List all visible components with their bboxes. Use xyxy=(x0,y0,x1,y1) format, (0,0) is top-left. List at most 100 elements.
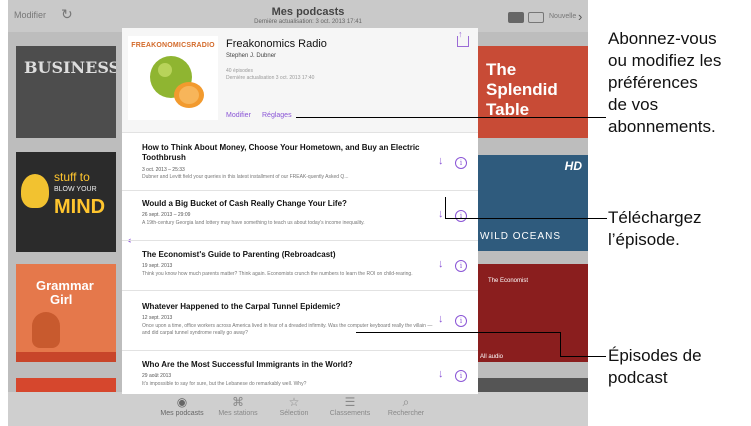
episode-row[interactable]: Who Are the Most Successful Immigrants i… xyxy=(122,350,478,394)
callout-text: podcast xyxy=(608,368,668,387)
info-icon[interactable]: i xyxy=(455,210,467,222)
list-view-icon[interactable] xyxy=(528,12,544,23)
ipad-screen: Modifier ↻ Mes podcasts Dernière actuali… xyxy=(8,0,588,426)
info-icon[interactable]: i xyxy=(455,157,467,169)
callout-line-episodes-top xyxy=(356,332,561,333)
callout-text: Téléchargez xyxy=(608,208,702,227)
podcast-tile-stuff[interactable]: stuff to BLOW YOUR MIND xyxy=(16,152,116,252)
callout-subscribe: Abonnez-vous ou modifiez les préférences… xyxy=(608,28,721,138)
podcast-tile-splendid[interactable]: The Splendid Table xyxy=(478,46,588,138)
refresh-icon[interactable]: ↻ xyxy=(61,6,73,23)
podcast-icon: ◉ xyxy=(176,395,188,409)
episode-row[interactable]: How to Think About Money, Choose Your Ho… xyxy=(122,132,478,191)
episode-description: Dubner and Levitt field your queries in … xyxy=(142,174,349,180)
podcast-detail-popover: FREAKONOMICSRADIO Freakonomics Radio Ste… xyxy=(122,28,478,394)
callout-line-download xyxy=(445,218,607,219)
callout-line-subscribe xyxy=(296,117,606,118)
orange-slice-illustration xyxy=(174,82,204,108)
search-icon: ⌕ xyxy=(402,395,410,409)
stations-icon: ⌘ xyxy=(232,395,244,409)
list-icon: ☰ xyxy=(344,395,356,409)
callout-text: abonnements. xyxy=(608,117,716,136)
head-illustration xyxy=(21,174,49,208)
grid-view-icon[interactable] xyxy=(508,12,524,23)
artwork-title: FREAKONOMICSRADIO xyxy=(131,42,215,49)
episode-row[interactable]: Whatever Happened to the Carpal Tunnel E… xyxy=(122,290,478,351)
info-icon[interactable]: i xyxy=(455,315,467,327)
callout-episodes: Épisodes de podcast xyxy=(608,345,702,389)
tab-label: Mes stations xyxy=(218,410,258,417)
callout-line-episodes xyxy=(560,356,606,357)
page-title: Mes podcasts xyxy=(271,6,345,18)
share-box[interactable] xyxy=(457,36,469,47)
tab-top-charts[interactable]: ☰ Classements xyxy=(322,394,378,417)
tile-label: BUSINESS xyxy=(24,58,116,77)
episode-description: A 19th-century Georgia land lottery may … xyxy=(142,220,365,226)
episode-row[interactable]: The Economist's Guide to Parenting (Rebr… xyxy=(122,240,478,291)
podcast-tile-wild-oceans[interactable]: HD WILD OCEANS xyxy=(478,155,588,251)
tile-label: MIND xyxy=(54,196,106,218)
callout-text: ou modifiez les xyxy=(608,51,722,70)
episode-date: 12 sept. 2013 xyxy=(142,315,173,321)
last-update-text: Dernière actualisation: 3 oct. 2013 17:4… xyxy=(254,19,362,25)
tab-my-stations[interactable]: ⌘ Mes stations xyxy=(210,394,266,417)
character-illustration xyxy=(32,312,60,348)
tab-featured[interactable]: ☆ Sélection xyxy=(266,394,322,417)
settings-link[interactable]: Réglages xyxy=(262,112,292,119)
episode-title: Would a Big Bucket of Cash Really Change… xyxy=(142,199,347,208)
episode-title: The Economist's Guide to Parenting (Rebr… xyxy=(142,250,336,259)
episode-row[interactable]: Would a Big Bucket of Cash Really Change… xyxy=(122,190,478,241)
podcast-tile-business[interactable]: BUSINESS xyxy=(16,46,116,138)
tab-search[interactable]: ⌕ Rechercher xyxy=(378,394,434,417)
tile-label: The Economist xyxy=(488,278,529,284)
episode-description: It's impossible to say for sure, but the… xyxy=(142,381,307,387)
tile-label: BLOW YOUR xyxy=(54,186,97,193)
tab-label: Classements xyxy=(329,410,371,417)
tab-label: Sélection xyxy=(279,410,309,417)
modify-link[interactable]: Modifier xyxy=(226,112,251,119)
podcast-tile-economist[interactable]: The Economist All audio xyxy=(478,264,588,362)
download-arrow-icon[interactable]: ↓ xyxy=(438,258,444,270)
info-icon[interactable]: i xyxy=(455,260,467,272)
episode-title: Who Are the Most Successful Immigrants i… xyxy=(142,360,353,369)
tile-band xyxy=(16,352,116,362)
star-icon: ☆ xyxy=(288,395,300,409)
podcast-artwork: FREAKONOMICSRADIO xyxy=(128,36,218,120)
download-arrow-icon[interactable]: ↓ xyxy=(438,208,444,220)
callout-text: de vos xyxy=(608,95,659,114)
info-icon[interactable]: i xyxy=(455,370,467,382)
tile-label: All audio xyxy=(480,354,504,360)
download-arrow-icon[interactable]: ↓ xyxy=(438,368,444,380)
tile-label: WILD OCEANS xyxy=(480,231,562,242)
tab-label: Mes podcasts xyxy=(160,410,204,417)
new-button[interactable]: Nouvelle xyxy=(549,13,576,20)
hd-badge: HD xyxy=(564,159,582,173)
tile-label: The xyxy=(486,60,517,79)
episode-count: 40 épisodes xyxy=(226,68,253,74)
callout-line-download-vertical xyxy=(445,197,446,218)
episode-title: How to Think About Money, Choose Your Ho… xyxy=(142,143,420,162)
tab-bar: ◉ Mes podcasts ⌘ Mes stations ☆ Sélectio… xyxy=(8,392,588,426)
tile-label: Splendid xyxy=(486,80,558,99)
edit-button[interactable]: Modifier xyxy=(14,10,46,20)
chevron-right-icon: › xyxy=(578,9,583,24)
download-arrow-icon[interactable]: ↓ xyxy=(438,313,444,325)
callout-text: Épisodes de xyxy=(608,346,702,365)
callout-text: Abonnez-vous xyxy=(608,29,717,48)
tile-label: Grammar xyxy=(36,278,94,293)
episode-description: Once upon a time, office workers across … xyxy=(142,323,433,336)
episode-description: Think you know how much parents matter? … xyxy=(142,271,413,277)
last-update: Dernière actualisation 3 oct. 2013 17:40 xyxy=(226,75,315,81)
episode-date: 3 oct. 2013 – 25:33 xyxy=(142,167,185,173)
callout-line-episodes-vertical xyxy=(560,332,561,356)
podcast-tile-grammar[interactable]: Grammar Girl xyxy=(16,264,116,362)
tile-label: stuff to xyxy=(54,170,90,184)
callout-text: préférences xyxy=(608,73,698,92)
download-arrow-icon[interactable]: ↓ xyxy=(438,155,444,167)
tab-my-podcasts[interactable]: ◉ Mes podcasts xyxy=(154,394,210,417)
podcast-title: Freakonomics Radio xyxy=(226,38,327,50)
episode-date: 29 août 2013 xyxy=(142,373,172,379)
tab-label: Rechercher xyxy=(387,410,425,417)
episode-date: 26 sept. 2013 – 29:09 xyxy=(142,212,191,218)
callout-download: Téléchargez l’épisode. xyxy=(608,207,702,251)
